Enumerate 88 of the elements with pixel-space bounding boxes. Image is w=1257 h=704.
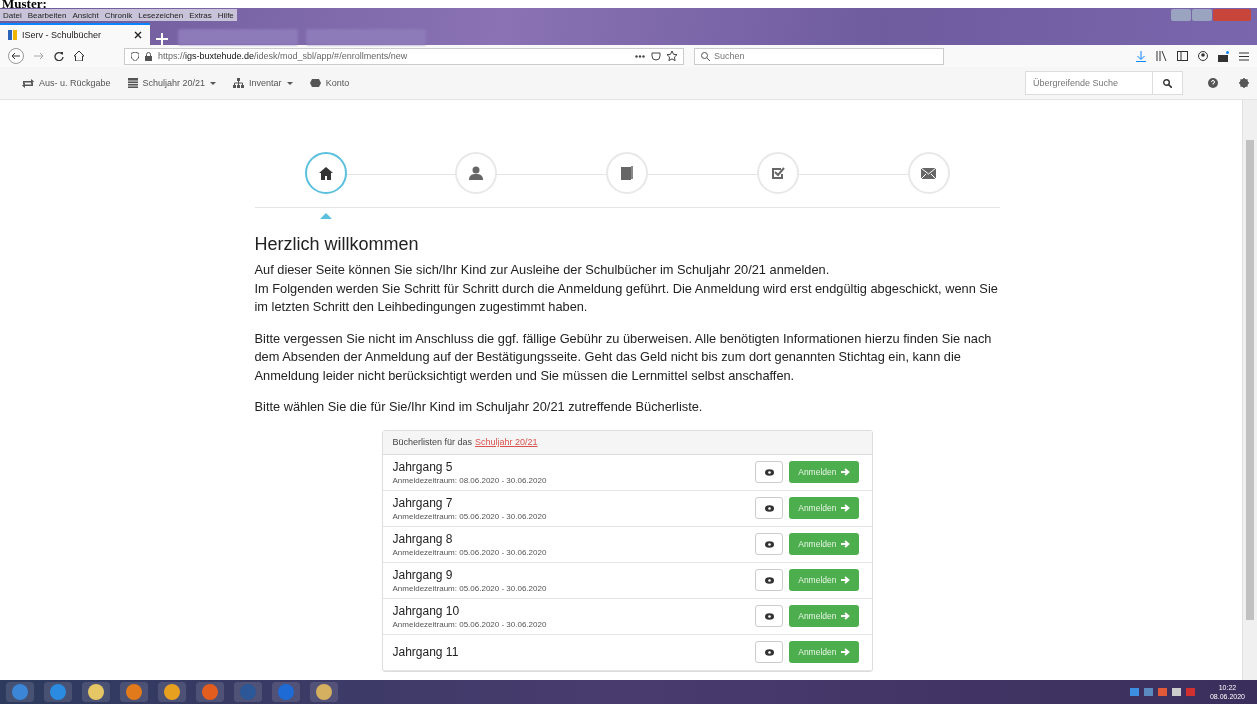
envelope-icon: [921, 167, 936, 179]
enrollment-period: Anmeldezeitraum: 05.06.2020 - 30.06.2020: [392, 619, 548, 629]
caret-icon: [210, 82, 217, 85]
preview-button[interactable]: [755, 569, 784, 591]
account-icon[interactable]: [1198, 51, 1208, 61]
menu-item[interactable]: Chronik: [101, 10, 136, 20]
card-header-text: Bücherlisten für das: [392, 437, 473, 447]
active-step-pointer: [319, 213, 332, 219]
search-icon: [1163, 78, 1172, 88]
person-icon: [469, 166, 484, 180]
menu-item[interactable]: Bearbeiten: [24, 10, 70, 20]
nav-item[interactable]: Konto: [309, 78, 350, 88]
enrollment-period: Anmeldezeitraum: 08.06.2020 - 30.06.2020: [392, 475, 548, 485]
gift-icon[interactable]: [1218, 50, 1229, 62]
menu-item[interactable]: Datei: [0, 10, 25, 20]
paragraph-text: Bitte wählen Sie die für Sie/Ihr Kind im Schuljahr 20/21 zutreffende Bücherliste.: [254, 399, 703, 414]
nav-item[interactable]: Schuljahr 20/21: [127, 78, 217, 88]
paragraph-text: Auf dieser Seite können Sie sich/Ihr Kind zur Ausleihe der Schulbücher im Schuljahr 20/21 anmelden.: [254, 262, 830, 277]
grade-title: Jahrgang 11: [392, 645, 460, 659]
eye-icon: [764, 540, 774, 548]
arrow-right-icon: [840, 468, 850, 476]
reload-icon[interactable]: [54, 51, 64, 61]
home-icon[interactable]: [74, 51, 84, 61]
more-icon[interactable]: [635, 54, 645, 58]
back-icon[interactable]: [8, 48, 24, 64]
menu-item[interactable]: Extras: [186, 10, 215, 20]
paragraph-text: Im Folgenden werden Sie Schritt für Schritt durch die Anmeldung geführt. Die Anmeldung wird erst endgültig abgeschickt, wenn Sie im letzten Schritt den Leihbedingungen zugestimmt haben.: [254, 280, 998, 314]
arrow-right-icon: [840, 648, 850, 656]
calendar-icon: [127, 78, 138, 88]
pocket-icon[interactable]: [651, 51, 661, 61]
arrow-right-icon: [840, 612, 850, 620]
star-icon[interactable]: [667, 51, 677, 61]
eye-icon: [764, 612, 774, 620]
browser-tab[interactable]: IServ - Schulbücher: [0, 23, 150, 45]
school-year-link[interactable]: Schuljahr 20/21: [475, 437, 538, 447]
repeat-icon: [22, 78, 34, 88]
help-icon[interactable]: [1208, 78, 1218, 88]
eye-icon: [764, 576, 774, 584]
preview-button[interactable]: [755, 605, 784, 627]
grade-title: Jahrgang 9: [392, 567, 454, 582]
arrow-right-icon: [840, 540, 850, 548]
nav-item[interactable]: Inventar: [233, 78, 293, 88]
paragraph-text: Bitte vergessen Sie nicht im Anschluss die ggf. fällige Gebühr zu überweisen. Alle benötigten Informationen hierzu finden Sie nach dem Absenden der Anmeldung auf der Bestätigungsseite. Geht das Geld nicht bis zum dort genannten Stichtag ein, kann die Anmeldung leider nicht berücksichtigt werden und Sie müssen die Lernmittel selbst anschaffen.: [254, 330, 992, 383]
scrollbar-thumb[interactable]: [1246, 140, 1254, 620]
url-text: https://igs-buxtehude.de/idesk/mod_sbl/app/#/enrollments/new: [158, 51, 408, 61]
preview-button[interactable]: [755, 641, 784, 663]
enrollment-period: Anmeldezeitraum: 05.06.2020 - 30.06.2020: [392, 583, 548, 593]
settings-icon[interactable]: [1239, 78, 1249, 88]
menu-icon[interactable]: [1239, 51, 1249, 61]
search-icon: [701, 51, 710, 61]
preview-button[interactable]: [755, 461, 784, 483]
search-field[interactable]: Suchen: [694, 47, 944, 65]
menu-item[interactable]: Lesezeichen: [135, 10, 187, 20]
grade-title: Jahrgang 7: [392, 495, 454, 510]
scrollbar[interactable]: [1242, 100, 1257, 680]
start-orb-icon[interactable]: [6, 682, 34, 702]
eye-icon: [764, 468, 774, 476]
grade-title: Jahrgang 10: [392, 603, 461, 618]
step-button[interactable]: [304, 152, 347, 194]
eye-icon: [764, 648, 774, 656]
page-heading: Herzlich willkommen: [254, 234, 420, 255]
shield-icon: [131, 51, 139, 61]
menu-item[interactable]: Ansicht: [69, 10, 102, 20]
home-icon: [318, 166, 333, 180]
nav-item[interactable]: Aus- u. Rückgabe: [22, 78, 111, 88]
checkbox-icon: [770, 166, 785, 180]
sitemap-icon: [233, 78, 245, 88]
library-icon[interactable]: [1156, 51, 1167, 61]
caret-icon: [286, 82, 293, 85]
lock-icon: [145, 51, 152, 61]
menu-item[interactable]: Hilfe: [214, 10, 237, 20]
preview-button[interactable]: [755, 497, 784, 519]
grade-title: Jahrgang 8: [392, 531, 454, 546]
caption-text: Muster:: [1, 0, 48, 8]
grade-title: Jahrgang 5: [392, 459, 454, 474]
preview-button[interactable]: [755, 533, 784, 555]
book-icon: [621, 166, 633, 180]
sidebar-icon[interactable]: [1177, 51, 1188, 61]
books-icon: [8, 30, 17, 40]
eye-icon: [764, 504, 774, 512]
arrow-right-icon: [840, 504, 850, 512]
address-bar[interactable]: https://igs-buxtehude.de/idesk/mod_sbl/app/#/enrollments/new: [124, 47, 684, 65]
download-icon[interactable]: [1136, 50, 1146, 62]
close-icon[interactable]: [134, 31, 142, 39]
enrollment-period: Anmeldezeitraum: 05.06.2020 - 30.06.2020: [392, 511, 548, 521]
global-search-field[interactable]: Übergreifende Suche: [1025, 71, 1183, 95]
arrow-right-icon: [840, 576, 850, 584]
enrollment-period: Anmeldezeitraum: 05.06.2020 - 30.06.2020: [392, 547, 548, 557]
